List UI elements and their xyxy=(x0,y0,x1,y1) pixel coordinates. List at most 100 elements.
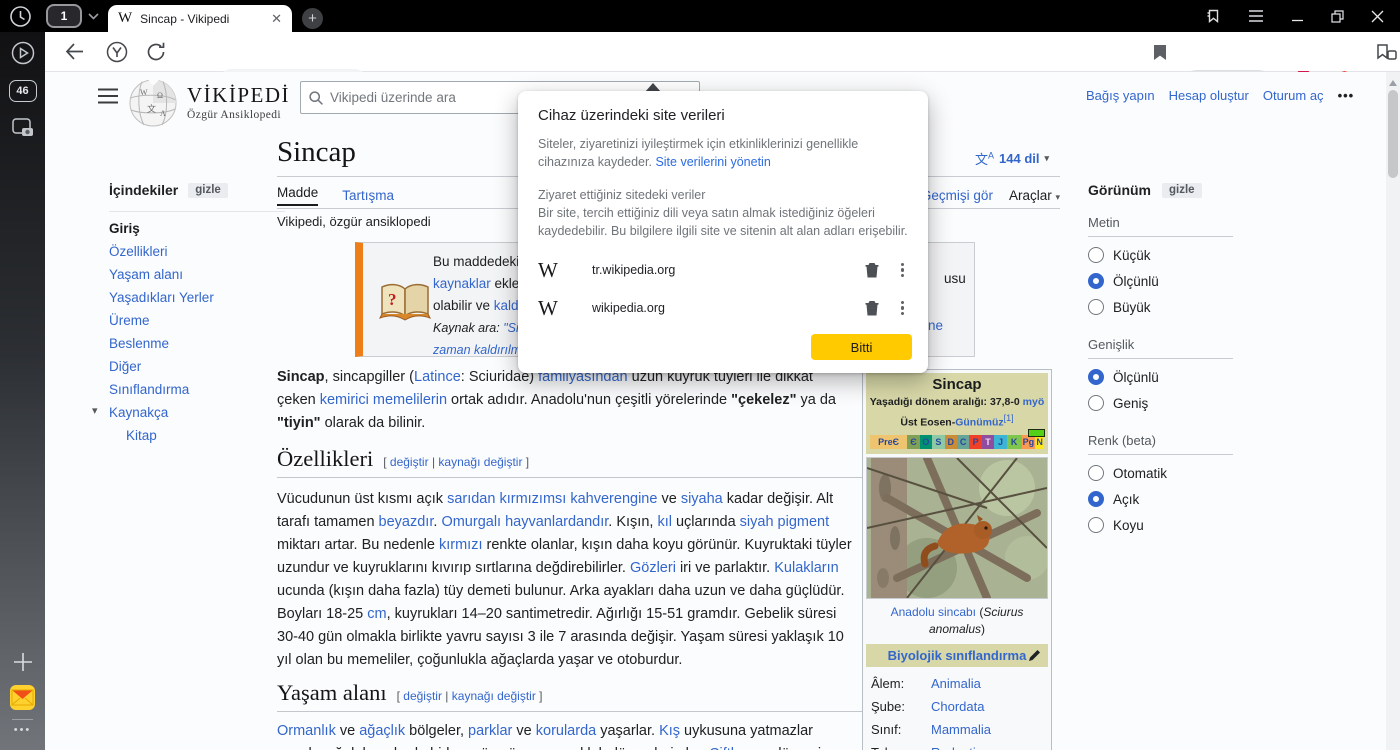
timeline-segment[interactable]: P xyxy=(969,435,981,449)
timeline-segment[interactable]: O xyxy=(920,435,932,449)
radio-icon[interactable] xyxy=(1088,273,1104,289)
reload-icon[interactable] xyxy=(146,41,167,63)
tab-close-icon[interactable]: ✕ xyxy=(271,11,282,27)
wikipedia-favicon: W xyxy=(118,10,132,27)
classification-header[interactable]: Biyolojik sınıflandırma xyxy=(866,644,1048,667)
history-link[interactable]: Geçmişi gör xyxy=(921,188,993,203)
more-links-icon[interactable]: ••• xyxy=(1338,88,1355,103)
edit-link[interactable]: değiştir xyxy=(403,689,442,703)
radio-option[interactable]: Ölçünlü xyxy=(1088,364,1233,390)
radio-icon[interactable] xyxy=(1088,465,1104,481)
radio-option[interactable]: Küçük xyxy=(1088,242,1233,268)
radio-icon[interactable] xyxy=(1088,369,1104,385)
kebab-menu-icon[interactable] xyxy=(901,299,905,318)
done-button[interactable]: Bitti xyxy=(811,334,912,360)
sidebar-more-icon[interactable]: ••• xyxy=(0,724,45,736)
radio-icon[interactable] xyxy=(1088,517,1104,533)
taxonomy-value-link[interactable]: Mammalia xyxy=(931,722,991,737)
edit-source-link[interactable]: kaynağı değiştir xyxy=(438,455,522,469)
scroll-up-icon[interactable] xyxy=(1389,76,1397,86)
top-link[interactable]: Bağış yapın xyxy=(1086,88,1155,103)
add-panel-icon[interactable] xyxy=(0,650,45,674)
radio-icon[interactable] xyxy=(1088,395,1104,411)
radio-option[interactable]: Açık xyxy=(1088,486,1233,512)
tab-article[interactable]: Madde xyxy=(277,185,318,206)
squirrel-photo[interactable] xyxy=(866,457,1048,599)
toc-item[interactable]: Özellikleri xyxy=(109,244,285,267)
minimize-icon[interactable] xyxy=(1291,11,1304,22)
taxonomy-value-link[interactable]: Animalia xyxy=(931,676,981,691)
radio-icon[interactable] xyxy=(1088,491,1104,507)
bookmark-icon[interactable] xyxy=(1153,44,1167,61)
scrollbar-thumb[interactable] xyxy=(1388,90,1398,178)
toc-item[interactable]: ▾Kaynakça xyxy=(109,405,285,428)
taxonomy-value-link[interactable]: Rodentia xyxy=(931,745,983,750)
history-clock-icon[interactable] xyxy=(9,5,32,28)
play-panel-icon[interactable] xyxy=(0,40,45,66)
edit-pencil-icon[interactable] xyxy=(1028,649,1041,662)
wikipedia-globe-logo[interactable]: W Ω 文 A xyxy=(127,76,179,128)
radio-icon[interactable] xyxy=(1088,299,1104,315)
mail-app-icon[interactable] xyxy=(0,684,45,711)
taxonomy-value-link[interactable]: Chordata xyxy=(931,699,984,714)
timeline-segment[interactable]: S xyxy=(932,435,944,449)
toc-item[interactable]: Yaşadıkları Yerler xyxy=(109,290,285,313)
timeline-segment[interactable]: PreЄ xyxy=(870,435,907,449)
toc-hide-button[interactable]: gizle xyxy=(188,183,228,198)
appearance-hide-button[interactable]: gizle xyxy=(1162,183,1202,198)
toc-item[interactable]: Beslenme xyxy=(109,336,285,359)
tab-talk[interactable]: Tartışma xyxy=(342,188,394,203)
taxonomy-row: Âlem:Animalia xyxy=(871,672,1048,695)
top-link[interactable]: Oturum aç xyxy=(1263,88,1324,103)
panels-icon[interactable] xyxy=(1205,8,1221,24)
counter-badge[interactable]: 46 xyxy=(0,80,45,102)
radio-icon[interactable] xyxy=(1088,247,1104,263)
new-tab-button[interactable]: + xyxy=(302,8,323,29)
key-icon[interactable] xyxy=(1375,43,1397,62)
timeline-segment[interactable]: J xyxy=(994,435,1006,449)
toc-item[interactable]: Sınıflandırma xyxy=(109,382,285,405)
radio-option[interactable]: Koyu xyxy=(1088,512,1233,538)
site-domain: tr.wikipedia.org xyxy=(592,263,675,277)
browser-tab[interactable]: W Sincap - Vikipedi ✕ xyxy=(108,5,292,32)
chevron-down-icon[interactable]: ▾ xyxy=(92,404,98,417)
browser-home-icon[interactable] xyxy=(106,41,128,63)
toc-item[interactable]: Diğer xyxy=(109,359,285,382)
screenshot-icon[interactable] xyxy=(0,117,45,139)
radio-option[interactable]: Geniş xyxy=(1088,390,1233,416)
timeline-segment[interactable]: T xyxy=(982,435,994,449)
toc-item[interactable]: Kitap xyxy=(109,428,285,451)
menu-icon[interactable] xyxy=(1248,10,1264,22)
language-selector[interactable]: 文A 144 dil ▾ xyxy=(975,149,1049,168)
timeline-segment[interactable]: D xyxy=(945,435,957,449)
timeline-segment[interactable]: Pg xyxy=(1022,435,1036,449)
radio-option[interactable]: Otomatik xyxy=(1088,460,1233,486)
timeline-segment[interactable]: C xyxy=(957,435,969,449)
tabs-chevron-icon[interactable] xyxy=(88,13,99,20)
fossil-range: Yaşadığı dönem aralığı: 37,8-0 myö xyxy=(868,395,1046,409)
window-titlebar: 1 W Sincap - Vikipedi ✕ + xyxy=(0,0,1400,32)
edit-link[interactable]: değiştir xyxy=(390,455,429,469)
toc-item[interactable]: Üreme xyxy=(109,313,285,336)
radio-option[interactable]: Ölçünlü xyxy=(1088,268,1233,294)
kebab-menu-icon[interactable] xyxy=(901,261,905,280)
trash-icon[interactable] xyxy=(865,300,879,316)
timeline-segment[interactable]: K xyxy=(1007,435,1022,449)
toc-item[interactable]: Giriş xyxy=(109,221,285,244)
edit-source-link[interactable]: kaynağı değiştir xyxy=(452,689,536,703)
timeline-segment[interactable]: N xyxy=(1035,435,1044,449)
wiki-wordmark[interactable]: VİKİPEDİ Özgür Ansiklopedi xyxy=(187,83,290,121)
tab-counter[interactable]: 1 xyxy=(46,4,82,28)
close-icon[interactable] xyxy=(1371,10,1384,23)
restore-icon[interactable] xyxy=(1331,10,1344,23)
back-icon[interactable] xyxy=(65,43,84,60)
top-link[interactable]: Hesap oluştur xyxy=(1169,88,1249,103)
radio-option[interactable]: Büyük xyxy=(1088,294,1233,320)
toc-item[interactable]: Yaşam alanı xyxy=(109,267,285,290)
timeline-segment[interactable]: Є xyxy=(907,435,919,449)
scrollbar[interactable] xyxy=(1386,72,1400,750)
trash-icon[interactable] xyxy=(865,262,879,278)
manage-site-data-link[interactable]: Site verilerini yönetin xyxy=(655,155,770,169)
tools-menu[interactable]: Araçlar ▾ xyxy=(1009,188,1060,203)
wiki-menu-icon[interactable] xyxy=(97,88,119,104)
